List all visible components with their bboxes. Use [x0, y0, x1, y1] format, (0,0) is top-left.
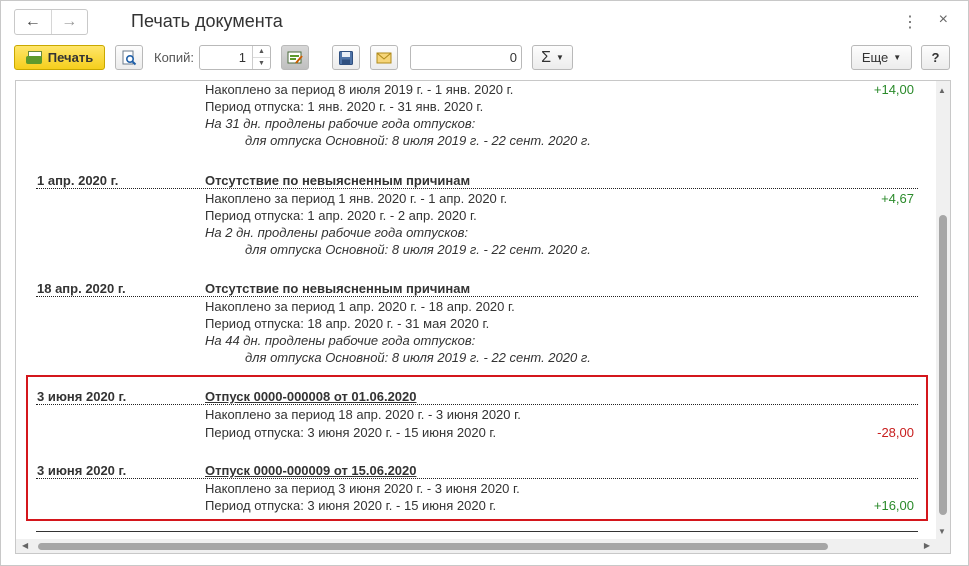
envelope-icon — [376, 52, 392, 63]
close-icon[interactable]: × — [939, 11, 948, 29]
entry-line: Накоплено за период 1 янв. 2020 г. - 1 а… — [205, 191, 508, 206]
window-title: Печать документа — [131, 11, 283, 31]
dotted-separator — [36, 188, 918, 189]
entry-line: Период отпуска: 18 апр. 2020 г. - 31 мая… — [205, 316, 490, 331]
more-options-icon[interactable]: ⋮ — [902, 12, 918, 32]
entry-line: для отпуска Основной: 8 июля 2019 г. - 2… — [245, 242, 591, 257]
horizontal-scroll-thumb[interactable] — [38, 543, 828, 550]
entry-line: Накоплено за период 8 июля 2019 г. - 1 я… — [205, 82, 514, 97]
report-end-line — [36, 531, 918, 532]
edit-mode-button[interactable] — [281, 45, 309, 70]
sigma-icon: Σ — [541, 48, 551, 66]
scroll-down-icon[interactable]: ▼ — [938, 527, 946, 536]
floppy-disk-icon — [339, 50, 353, 65]
entry-title: Отсутствие по невыясненным причинам — [205, 173, 471, 188]
entry-line: Период отпуска: 1 апр. 2020 г. - 2 апр. … — [205, 208, 477, 223]
entry-line: для отпуска Основной: 8 июля 2019 г. - 2… — [245, 133, 591, 148]
help-label: ? — [931, 50, 940, 65]
highlight-frame — [26, 375, 928, 521]
arrow-right-icon: → — [61, 13, 78, 30]
stepper-up-icon[interactable]: ▲ — [253, 46, 270, 57]
printer-icon — [25, 50, 42, 65]
copies-input[interactable]: 1 ▲ ▼ — [199, 45, 271, 70]
dotted-separator — [36, 296, 918, 297]
entry-date: 18 апр. 2020 г. — [37, 281, 126, 296]
entry-line: Период отпуска: 1 янв. 2020 г. - 31 янв.… — [205, 99, 484, 114]
scroll-right-icon[interactable]: ▶ — [924, 541, 930, 550]
entry-title: Отсутствие по невыясненным причинам — [205, 281, 471, 296]
entry-amount: +4,67 — [881, 191, 914, 206]
document-body: Накоплено за период 8 июля 2019 г. - 1 я… — [16, 81, 936, 539]
entry-line: На 2 дн. продлены рабочие года отпусков: — [205, 225, 469, 240]
scroll-left-icon[interactable]: ◀ — [22, 541, 28, 550]
stepper-down-icon[interactable]: ▼ — [253, 57, 270, 69]
print-button-label: Печать — [47, 50, 94, 65]
more-button[interactable]: Еще ▼ — [851, 45, 912, 70]
entry-line: для отпуска Основной: 8 июля 2019 г. - 2… — [245, 350, 591, 365]
horizontal-scrollbar[interactable]: ◀ ▶ — [16, 539, 950, 553]
magnifier-page-icon — [122, 50, 137, 65]
sum-type-button[interactable]: Σ ▼ — [532, 45, 573, 70]
navigation-group: ← → — [14, 9, 88, 35]
sum-value: 0 — [509, 50, 517, 65]
copies-label: Копий: — [154, 50, 194, 65]
entry-line: Накоплено за период 1 апр. 2020 г. - 18 … — [205, 299, 515, 314]
forward-button[interactable]: → — [50, 10, 88, 34]
entry-amount: +14,00 — [873, 82, 914, 97]
print-document-window: ← → Печать документа ⋮ × Печать Копий: 1… — [0, 0, 969, 566]
edit-document-icon — [287, 51, 303, 64]
sum-field[interactable]: 0 — [410, 45, 522, 70]
print-button[interactable]: Печать — [14, 45, 105, 70]
save-button[interactable] — [332, 45, 360, 70]
more-button-label: Еще — [861, 50, 889, 65]
entry-line: На 44 дн. продлены рабочие года отпусков… — [205, 333, 476, 348]
copies-stepper[interactable]: ▲ ▼ — [252, 46, 270, 69]
entry-date: 1 апр. 2020 г. — [37, 173, 119, 188]
scroll-up-icon[interactable]: ▲ — [938, 86, 946, 95]
help-button[interactable]: ? — [921, 45, 950, 70]
vertical-scrollbar[interactable]: ▲ ▼ — [936, 81, 950, 539]
dropdown-arrow-icon: ▼ — [555, 53, 564, 62]
copies-value: 1 — [238, 50, 246, 65]
dropdown-arrow-icon: ▼ — [893, 53, 902, 62]
back-button[interactable]: ← — [15, 10, 51, 34]
send-email-button[interactable] — [370, 45, 398, 70]
preview-button[interactable] — [115, 45, 143, 70]
document-preview[interactable]: Накоплено за период 8 июля 2019 г. - 1 я… — [15, 80, 951, 554]
vertical-scroll-thumb[interactable] — [939, 215, 947, 515]
arrow-left-icon: ← — [24, 13, 41, 30]
entry-line: На 31 дн. продлены рабочие года отпусков… — [205, 116, 476, 131]
